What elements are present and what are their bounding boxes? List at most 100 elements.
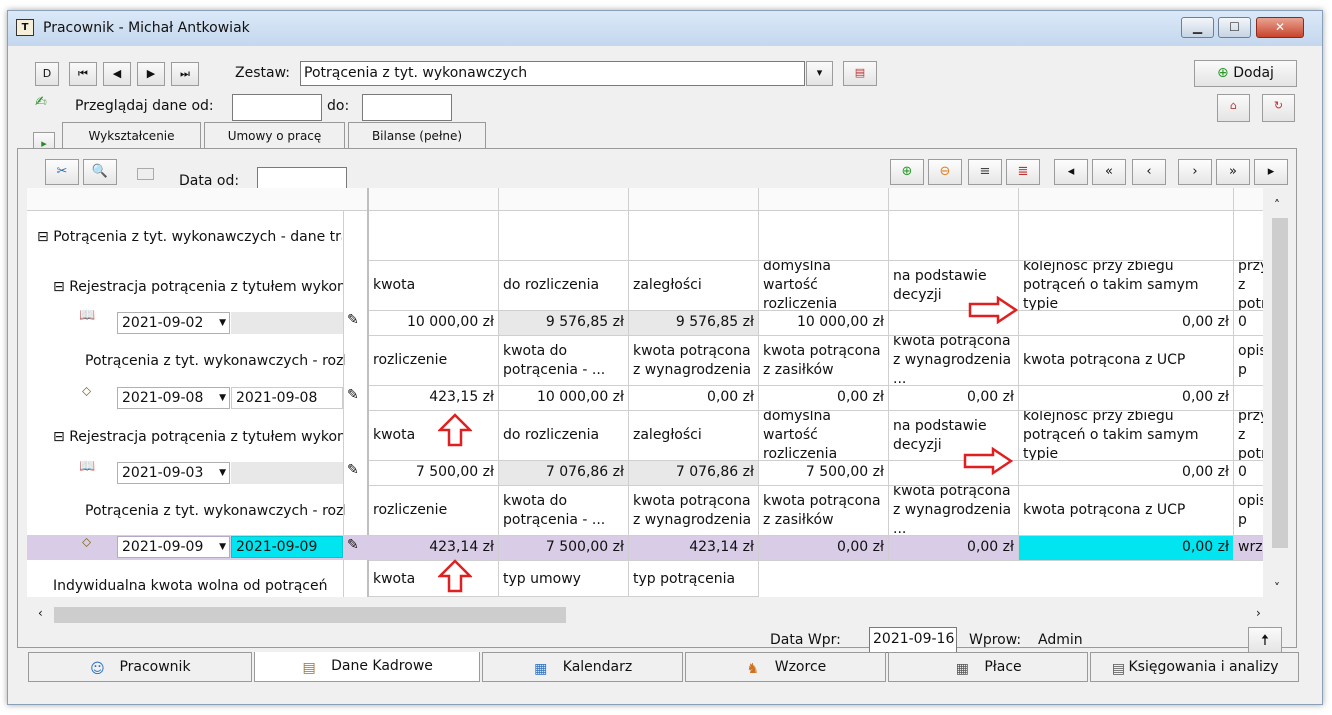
delete-item-icon[interactable]: ≣ bbox=[1006, 159, 1040, 185]
close-button[interactable]: ✕ bbox=[1256, 17, 1304, 38]
tab-bilanse[interactable]: Bilanse (pełne) bbox=[348, 122, 486, 149]
ledger-icon: ▤ bbox=[1111, 661, 1126, 677]
horizontal-scroll-thumb[interactable] bbox=[54, 607, 566, 623]
zestaw-select[interactable]: Potrącenia z tyt. wykonawczych bbox=[300, 61, 805, 86]
bottom-tab-wzorce[interactable]: ♞ Wzorce bbox=[685, 652, 886, 682]
date2-field-2[interactable]: 2021-09-08 bbox=[231, 387, 343, 409]
maximize-button[interactable]: ☐ bbox=[1218, 17, 1251, 38]
scroll-up-icon[interactable]: ˄ bbox=[1274, 198, 1280, 212]
tab-umowy[interactable]: Umowy o pracę bbox=[204, 122, 345, 149]
tab-wyksztalcenie[interactable]: Wykształcenie bbox=[62, 122, 201, 149]
grid-fast-prev-button[interactable]: « bbox=[1092, 159, 1126, 185]
value-cell[interactable]: 0,00 zł bbox=[759, 386, 889, 411]
date-select-1[interactable]: 2021-09-02 ▼ bbox=[117, 312, 230, 334]
value-cell[interactable]: 7 076,86 zł bbox=[629, 461, 759, 486]
minimize-button[interactable]: ▁ bbox=[1181, 17, 1214, 38]
value-cell[interactable]: 7 500,00 zł bbox=[369, 461, 499, 486]
new-item-icon[interactable]: ≡ bbox=[968, 159, 1002, 185]
nav-start-button[interactable]: ⏮ bbox=[69, 62, 97, 86]
date-to-input[interactable] bbox=[362, 94, 452, 121]
scroll-top-button[interactable]: 🠅 bbox=[1248, 627, 1282, 654]
home-icon[interactable]: ⌂ bbox=[1217, 94, 1250, 122]
column-header bbox=[759, 188, 889, 211]
field-header: kwota potrącona z UCP bbox=[1019, 486, 1234, 536]
keyboard-icon[interactable] bbox=[137, 168, 154, 180]
date2-field-4[interactable]: 2021-09-09 bbox=[231, 536, 343, 558]
rejestracja-2[interactable]: ⊟ Rejestracja potrącenia z tytułem wykon… bbox=[53, 429, 343, 445]
edit-check-icon[interactable]: ✍ bbox=[35, 94, 51, 110]
date-select-3[interactable]: 2021-09-03 ▼ bbox=[117, 462, 230, 484]
edit-marker-icon[interactable]: ✎ bbox=[347, 462, 359, 478]
nav-first-button[interactable]: D bbox=[35, 62, 59, 86]
potracenia-rozl-1[interactable]: Potrącenia z tyt. wykonawczych - rozli..… bbox=[85, 353, 345, 369]
field-header: kwota potrącona z wynagrodzenia ... bbox=[889, 486, 1019, 536]
scroll-right-icon[interactable]: › bbox=[1256, 606, 1261, 620]
zestaw-dropdown-button[interactable]: ▾ bbox=[806, 61, 833, 86]
date-select-2[interactable]: 2021-09-08 ▼ bbox=[117, 387, 230, 409]
value-cell[interactable]: 9 576,85 zł bbox=[629, 311, 759, 336]
zestaw-edit-icon[interactable]: ▤ bbox=[843, 61, 877, 86]
section-cell bbox=[1019, 211, 1234, 261]
nav-prev-button[interactable]: ◀ bbox=[103, 62, 131, 86]
dodaj-button[interactable]: ⊕ Dodaj bbox=[1194, 60, 1297, 87]
wprow-value: Admin bbox=[1038, 632, 1083, 648]
grid-next-button[interactable]: › bbox=[1178, 159, 1212, 185]
value-cell[interactable]: 0,00 zł bbox=[1019, 311, 1234, 336]
grid-first-button[interactable]: ◂ bbox=[1054, 159, 1088, 185]
value-cell[interactable]: 10 000,00 zł bbox=[759, 311, 889, 336]
value-cell[interactable]: 10 000,00 zł bbox=[369, 311, 499, 336]
section-cell bbox=[499, 211, 629, 261]
value-cell[interactable]: 0 bbox=[1234, 461, 1263, 486]
scroll-down-icon[interactable]: ˅ bbox=[1274, 581, 1280, 595]
grid-prev-button[interactable]: ‹ bbox=[1132, 159, 1166, 185]
add-row-icon[interactable]: ⊕ bbox=[890, 159, 924, 185]
value-cell[interactable]: wrzes bbox=[1234, 536, 1263, 561]
date-from-input[interactable] bbox=[232, 94, 322, 121]
value-cell[interactable]: 9 576,85 zł bbox=[499, 311, 629, 336]
grid-fast-next-button[interactable]: » bbox=[1216, 159, 1250, 185]
value-cell[interactable]: 7 076,86 zł bbox=[499, 461, 629, 486]
indywidualna-kwota[interactable]: Indywidualna kwota wolna od potrąceń bbox=[53, 578, 343, 594]
value-cell[interactable]: 0,00 zł bbox=[1019, 536, 1234, 561]
value-cell[interactable] bbox=[1234, 386, 1263, 411]
horizontal-scrollbar[interactable]: ‹ › bbox=[32, 605, 1272, 625]
value-cell[interactable]: 0,00 zł bbox=[889, 536, 1019, 561]
bottom-tab-pracownik[interactable]: ☺ Pracownik bbox=[28, 652, 252, 682]
date-select-4[interactable]: 2021-09-09 ▼ bbox=[117, 536, 230, 558]
potracenia-rozl-2[interactable]: Potrącenia z tyt. wykonawczych - rozli..… bbox=[85, 503, 345, 519]
remove-row-icon[interactable]: ⊖ bbox=[928, 159, 962, 185]
edit-marker-icon[interactable]: ✎ bbox=[347, 387, 359, 403]
scroll-left-icon[interactable]: ‹ bbox=[38, 606, 43, 620]
bottom-tab-dane-kadrowe[interactable]: ▤ Dane Kadrowe bbox=[254, 652, 480, 682]
value-cell[interactable]: 423,15 zł bbox=[369, 386, 499, 411]
value-cell[interactable]: 0,00 zł bbox=[759, 536, 889, 561]
nav-next-button[interactable]: ▶ bbox=[137, 62, 165, 86]
bottom-tab-kalendarz[interactable]: ▦ Kalendarz bbox=[482, 652, 683, 682]
rejestracja-1[interactable]: ⊟ Rejestracja potrącenia z tytułem wykon… bbox=[53, 279, 343, 295]
section-cell bbox=[1234, 211, 1263, 261]
value-cell[interactable]: 0,00 zł bbox=[1019, 461, 1234, 486]
value-cell[interactable]: 0,00 zł bbox=[629, 386, 759, 411]
vertical-scrollbar[interactable]: ˄ ˅ bbox=[1270, 196, 1290, 596]
edit-marker-icon[interactable]: ✎ bbox=[347, 537, 359, 553]
value-cell[interactable]: 10 000,00 zł bbox=[499, 386, 629, 411]
grid-last-button[interactable]: ▸ bbox=[1254, 159, 1288, 185]
value-cell[interactable]: 0 bbox=[1234, 311, 1263, 336]
value-cell[interactable]: 423,14 zł bbox=[369, 536, 499, 561]
tools-icon[interactable]: ✂ bbox=[45, 159, 79, 185]
bottom-tab-place[interactable]: ▦ Płace bbox=[888, 652, 1088, 682]
value-cell[interactable]: 7 500,00 zł bbox=[499, 536, 629, 561]
vertical-scroll-thumb[interactable] bbox=[1272, 218, 1288, 548]
value-cell[interactable]: 0,00 zł bbox=[889, 386, 1019, 411]
bottom-tab-ksiegowania[interactable]: ▤ Księgowania i analizy bbox=[1090, 652, 1299, 682]
search-icon[interactable]: 🔍 bbox=[83, 159, 117, 185]
section-potracenia[interactable]: ⊟ Potrącenia z tyt. wykonawczych - dane … bbox=[37, 229, 342, 245]
value-cell[interactable]: 7 500,00 zł bbox=[759, 461, 889, 486]
column-header bbox=[1019, 188, 1234, 211]
value-cell[interactable]: 423,14 zł bbox=[629, 536, 759, 561]
column-header bbox=[1234, 188, 1263, 211]
refresh-icon[interactable]: ↻ bbox=[1262, 94, 1295, 122]
edit-marker-icon[interactable]: ✎ bbox=[347, 312, 359, 328]
nav-last-button[interactable]: ⏭ bbox=[171, 62, 199, 86]
value-cell[interactable]: 0,00 zł bbox=[1019, 386, 1234, 411]
